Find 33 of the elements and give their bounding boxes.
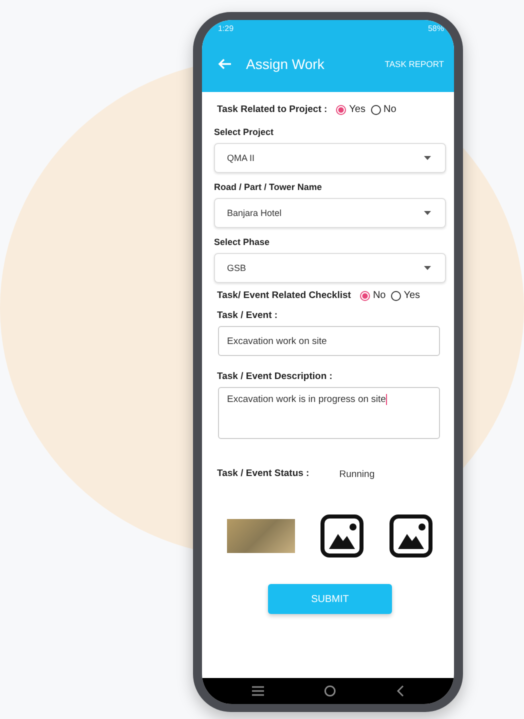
battery-level: 58% xyxy=(428,24,444,32)
caret-icon xyxy=(424,266,431,270)
status-value: Running xyxy=(339,469,375,480)
field-label: Task Related to Project : xyxy=(217,104,328,115)
field-label: Select Phase xyxy=(214,237,271,247)
radio-button[interactable] xyxy=(390,290,401,300)
radio-label: Yes xyxy=(404,290,420,301)
caret-icon xyxy=(424,156,431,160)
radio-button[interactable] xyxy=(370,104,380,114)
menu-icon[interactable] xyxy=(252,686,264,696)
radio-label: Yes xyxy=(349,104,366,115)
dropdown-field[interactable]: GSB xyxy=(214,253,446,283)
radio-button[interactable] xyxy=(360,290,370,300)
dropdown-field[interactable]: QMA II xyxy=(214,143,446,173)
home-circle-icon[interactable] xyxy=(324,685,336,697)
status-time: 1:29 xyxy=(218,24,234,32)
input-field[interactable]: Excavation work on site xyxy=(218,326,440,356)
image-icon[interactable] xyxy=(320,514,364,558)
caret-icon xyxy=(424,211,431,215)
back-chevron-icon[interactable] xyxy=(396,685,404,697)
field-label: Road / Part / Tower Name xyxy=(214,182,323,192)
field-label: Task / Event Description : xyxy=(217,371,334,382)
text-area[interactable]: Excavation work is in progress on site xyxy=(218,387,440,439)
radio-button[interactable] xyxy=(336,104,346,114)
field-label: Task / Event : xyxy=(217,310,279,321)
field-label: Task / Event Status : xyxy=(217,468,310,479)
app-title: Assign Work xyxy=(246,56,326,72)
image-icon[interactable] xyxy=(389,514,434,558)
radio-label: No xyxy=(384,104,396,115)
dropdown-field[interactable]: Banjara Hotel xyxy=(214,198,446,228)
field-label: Task/ Event Related Checklist xyxy=(217,290,351,301)
radio-label: No xyxy=(372,290,386,301)
field-label: Select Project xyxy=(214,127,275,137)
